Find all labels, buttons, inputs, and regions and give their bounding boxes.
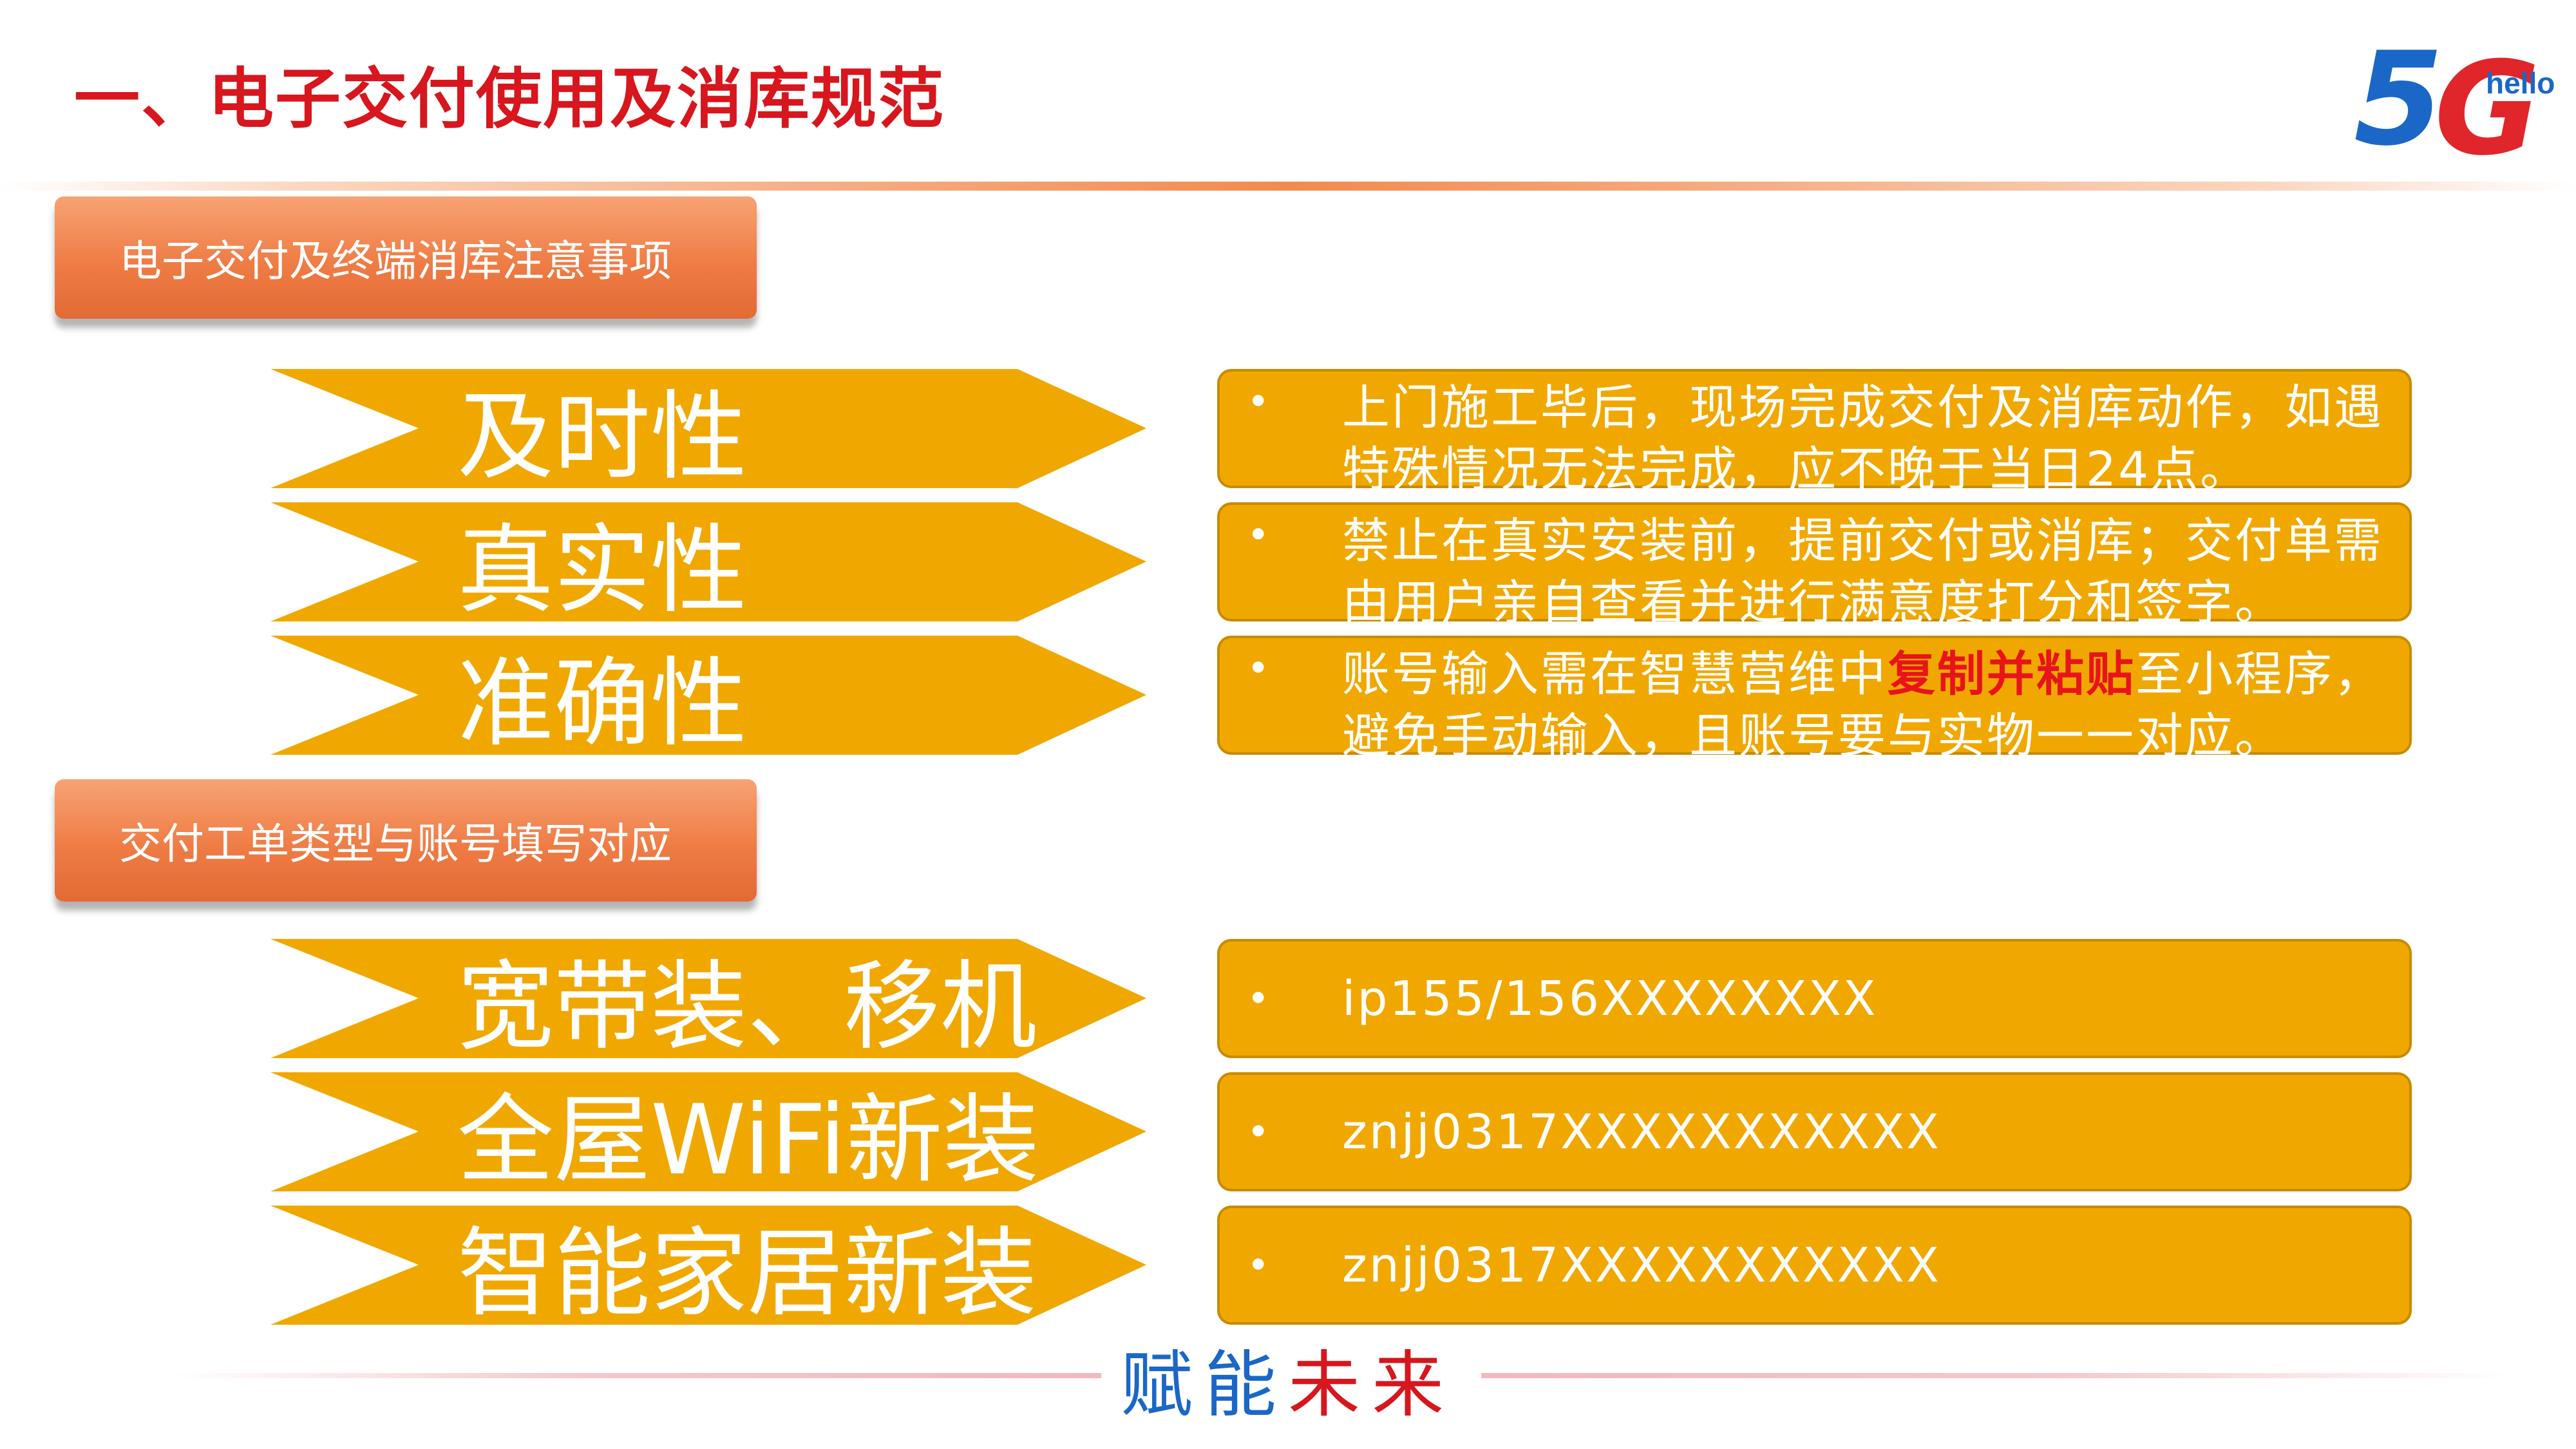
detail-text: 上门施工毕后，现场完成交付及消库动作，如遇特殊情况无法完成，应不晚于当日24点。 xyxy=(1342,380,2383,497)
slogan-red: 未来 xyxy=(1288,1343,1455,1427)
5g-hello-logo: 5 G hello xyxy=(2344,24,2555,184)
bullet: • xyxy=(1247,976,1270,1021)
title-divider xyxy=(0,182,2576,191)
logo-g: G xyxy=(2434,34,2541,184)
arrow-label: 及时性 xyxy=(457,381,748,493)
section-header-order-types: 交付工单类型与账号填写对应 xyxy=(55,779,757,902)
account-format: znjj0317XXXXXXXXXXX xyxy=(1342,1237,1941,1293)
page-title: 一、电子交付使用及消库规范 xyxy=(74,61,945,138)
chevron-arrow-smart-home: 智能家居新装 xyxy=(270,1206,1146,1330)
arrow-label: 全屋WiFi新装 xyxy=(457,1084,1039,1197)
chevron-arrow-timeliness: 及时性 xyxy=(270,369,1146,493)
bullet: • xyxy=(1247,646,1270,691)
arrow-label: 智能家居新装 xyxy=(457,1218,1037,1330)
logo-hello: hello xyxy=(2486,66,2555,100)
account-box-smart-home: • znjj0317XXXXXXXXXXX xyxy=(1217,1206,2412,1325)
footer-slogan: 赋能未来 xyxy=(1121,1327,1468,1431)
bullet: • xyxy=(1247,379,1270,424)
account-box-wifi: • znjj0317XXXXXXXXXXX xyxy=(1217,1072,2412,1191)
detail-text: 禁止在真实安装前，提前交付或消库；交付单需由用户亲自查看并进行满意度打分和签字。 xyxy=(1342,513,2383,630)
arrow-label: 真实性 xyxy=(457,515,748,627)
account-box-broadband: • ip155/156XXXXXXXX xyxy=(1217,939,2412,1058)
footer-divider-right xyxy=(1481,1373,2512,1378)
account-format: znjj0317XXXXXXXXXXX xyxy=(1342,1104,1941,1160)
detail-box-timeliness: • 上门施工毕后，现场完成交付及消库动作，如遇特殊情况无法完成，应不晚于当日24… xyxy=(1217,369,2412,497)
section-header-notes: 电子交付及终端消库注意事项 xyxy=(55,196,757,319)
detail-box-authenticity: • 禁止在真实安装前，提前交付或消库；交付单需由用户亲自查看并进行满意度打分和签… xyxy=(1217,502,2412,630)
detail-text-pre: 账号输入需在智慧营维中 xyxy=(1342,647,1888,702)
arrow-label: 准确性 xyxy=(457,648,748,760)
detail-text: 账号输入需在智慧营维中复制并粘贴至小程序，避免手动输入，且账号要与实物一一对应。 xyxy=(1342,643,2385,767)
chevron-arrow-accuracy: 准确性 xyxy=(270,636,1146,760)
chevron-arrow-authenticity: 真实性 xyxy=(270,502,1146,627)
logo-5: 5 xyxy=(2354,24,2444,175)
arrow-label: 宽带装、移机 xyxy=(457,951,1037,1063)
detail-box-accuracy: • 账号输入需在智慧营维中复制并粘贴至小程序，避免手动输入，且账号要与实物一一对… xyxy=(1217,636,2412,764)
bullet: • xyxy=(1247,513,1270,558)
chevron-arrow-wifi: 全屋WiFi新装 xyxy=(270,1072,1146,1197)
footer-divider-left xyxy=(174,1373,1101,1378)
detail-text-highlight: 复制并粘贴 xyxy=(1888,647,2136,702)
slogan-blue: 赋能 xyxy=(1121,1343,1288,1427)
chevron-arrow-broadband: 宽带装、移机 xyxy=(270,939,1146,1063)
account-format: ip155/156XXXXXXXX xyxy=(1342,971,1878,1027)
bullet: • xyxy=(1247,1109,1270,1155)
bullet: • xyxy=(1247,1242,1270,1288)
